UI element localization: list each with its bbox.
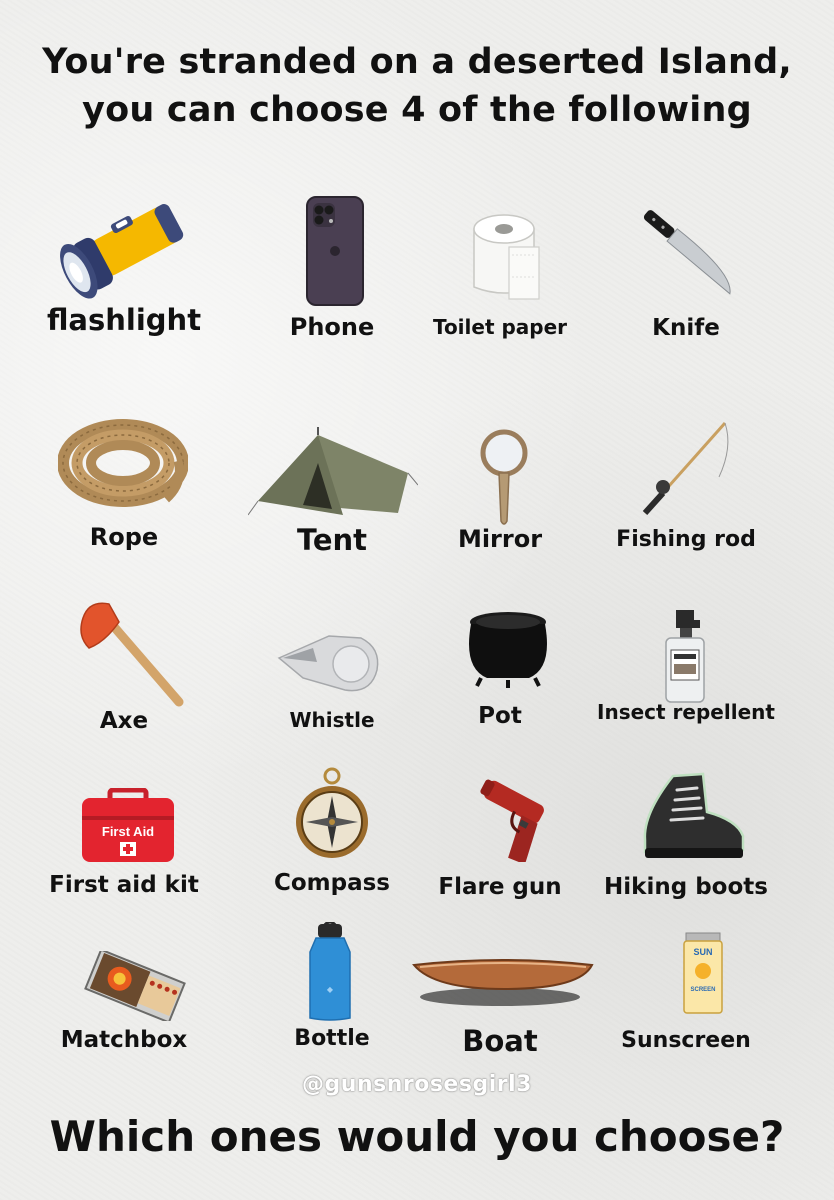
item-boat: Boat: [396, 935, 604, 1058]
matchbox-icon: [84, 951, 186, 1021]
item-label: Toilet paper: [432, 315, 568, 339]
axe-icon: [80, 602, 184, 707]
knife-icon: [643, 210, 731, 295]
item-sunscreen: SUN SCREEN Sunscreen: [582, 925, 790, 1055]
item-label: First aid kit: [49, 872, 199, 898]
item-fishing-rod: Fishing rod: [582, 405, 790, 565]
sunscreen-text-bottom: SCREEN: [690, 987, 715, 993]
boat-icon: [412, 959, 594, 1006]
item-label: Axe: [99, 708, 149, 734]
sunscreen-text-top: SUN: [693, 947, 712, 957]
item-label: Pot: [478, 703, 522, 729]
item-pot: Pot: [396, 590, 604, 750]
flashlight-icon: [60, 204, 184, 299]
item-label: Rope: [89, 523, 159, 551]
item-label: flashlight: [46, 303, 202, 337]
item-label: Boat: [462, 1024, 538, 1058]
item-hiking-boots: Hiking boots: [582, 760, 790, 920]
first-aid-kit-icon: First Aid: [82, 788, 174, 862]
tent-icon: [248, 427, 418, 516]
item-label: Fishing rod: [616, 527, 756, 552]
whistle-icon: [277, 635, 379, 692]
svg-text:◆: ◆: [327, 985, 334, 994]
first-aid-label: First Aid: [102, 824, 154, 839]
bottle-icon: ◆: [309, 922, 351, 1021]
pot-icon: [469, 612, 547, 688]
item-flashlight: flashlight: [20, 185, 228, 345]
toilet-paper-icon: [473, 214, 540, 300]
title-line-1: You're stranded on a deserted Island,: [42, 42, 792, 82]
item-label: Mirror: [457, 525, 543, 553]
footer-question: Which ones would you choose?: [49, 1112, 785, 1161]
page-title: You're stranded on a deserted Island, yo…: [0, 38, 834, 134]
item-label: Knife: [652, 315, 720, 341]
insect-repellent-icon: [665, 610, 705, 703]
item-label: Hiking boots: [604, 874, 768, 900]
item-label: Sunscreen: [621, 1028, 751, 1053]
item-insect-repellent: Insect repellent: [582, 590, 790, 750]
hiking-boots-icon: [643, 772, 745, 858]
item-toilet-paper: Toilet paper: [396, 185, 604, 345]
item-axe: Axe: [20, 590, 228, 750]
mirror-icon: [480, 429, 528, 525]
item-label: Flare gun: [438, 874, 562, 900]
item-rope: Rope: [20, 405, 228, 565]
watermark: @gunsnrosesgirl3: [302, 1072, 532, 1097]
item-knife: Knife: [582, 185, 790, 345]
item-label: Insect repellent: [597, 700, 775, 724]
item-label: Matchbox: [60, 1027, 188, 1053]
item-flare-gun: Flare gun: [396, 760, 604, 920]
compass-icon: [296, 767, 368, 858]
rope-icon: [58, 419, 188, 507]
phone-icon: [306, 196, 364, 306]
flare-gun-icon: [480, 779, 544, 862]
title-line-2: you can choose 4 of the following: [82, 90, 752, 130]
fishing-rod-icon: [642, 422, 729, 516]
sunscreen-icon: SUN SCREEN: [683, 932, 723, 1014]
item-matchbox: Matchbox: [20, 935, 228, 1055]
item-first-aid-kit: First Aid First aid kit: [20, 760, 228, 920]
item-mirror: Mirror: [396, 405, 604, 565]
